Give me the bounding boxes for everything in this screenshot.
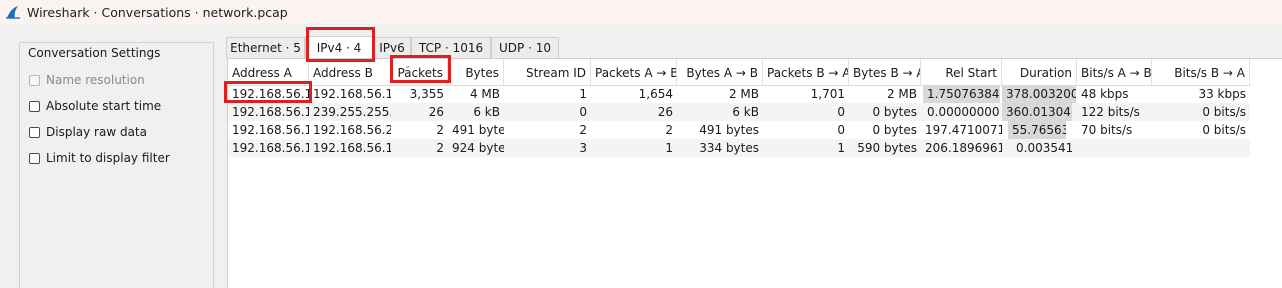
cell-duration: 360.013041 xyxy=(1002,103,1072,121)
cell-bytes: 924 bytes xyxy=(452,141,504,155)
cell-packets-b-a: 0 xyxy=(837,105,845,119)
cell-bytes: 4 MB xyxy=(469,87,500,101)
title-bar: Wireshark · Conversations · network.pcap xyxy=(0,0,1282,24)
cell-stream-id: 0 xyxy=(579,105,587,119)
display-raw-data-label[interactable]: Display raw data xyxy=(46,125,147,139)
cell-address-a: 192.168.56.103 xyxy=(232,141,309,155)
limit-to-display-filter-option[interactable]: Limit to display filter xyxy=(29,151,170,165)
cell-address-b: 192.168.56.103 xyxy=(313,87,391,101)
column-header-duration[interactable]: Duration xyxy=(1002,59,1077,85)
cell-address-b: 239.255.255.250 xyxy=(313,105,391,119)
cell-packets-b-a: 0 xyxy=(837,123,845,137)
cell-rel-start: 1.750763848 xyxy=(923,85,1000,103)
column-header-rel-start[interactable]: Rel Start xyxy=(921,59,1002,85)
cell-packets-b-a: 1 xyxy=(837,141,845,155)
cell-bytes-b-a: 0 bytes xyxy=(872,105,917,119)
cell-packets: 3,355 xyxy=(409,87,444,101)
cell-stream-id: 3 xyxy=(579,141,587,155)
window-title: Wireshark · Conversations · network.pcap xyxy=(27,4,288,20)
cell-bytes-a-b: 491 bytes xyxy=(699,123,759,137)
cell-packets: 2 xyxy=(436,141,444,155)
cell-bits-b-a xyxy=(1152,139,1250,157)
cell-duration: 55.765637 xyxy=(1008,121,1066,139)
column-header-address-b[interactable]: Address B xyxy=(309,59,391,85)
cell-packets: 26 xyxy=(428,105,444,119)
cell-duration: 378.003200 xyxy=(1002,85,1076,103)
cell-bytes-a-b: 6 kB xyxy=(732,105,759,119)
settings-title: Conversation Settings xyxy=(28,46,161,60)
sort-descending-icon: ⌄ xyxy=(404,61,412,71)
column-header-packets-a-b[interactable]: Packets A → B xyxy=(591,59,677,85)
absolute-start-time-label[interactable]: Absolute start time xyxy=(46,99,161,113)
column-header-bytes-b-a[interactable]: Bytes B → A xyxy=(849,59,921,85)
table-row[interactable]: 192.168.56.103 192.168.56.100 2 924 byte… xyxy=(228,139,1250,157)
cell-address-a: 192.168.56.104 xyxy=(232,87,309,101)
cell-bytes: 491 bytes xyxy=(452,123,504,137)
cell-bytes-b-a: 2 MB xyxy=(886,87,917,101)
table-row[interactable]: 192.168.56.104 192.168.56.103 3,355 4 MB… xyxy=(228,85,1250,103)
column-header-bytes[interactable]: Bytes xyxy=(448,59,504,85)
column-header-packets-b-a[interactable]: Packets B → A xyxy=(763,59,849,85)
cell-rel-start: 0.000000000 xyxy=(927,105,1000,119)
absolute-start-time-option[interactable]: Absolute start time xyxy=(29,99,161,113)
conversations-table[interactable]: Address A Address B ⌄ Packets Bytes Stre… xyxy=(227,58,1282,288)
tab-ethernet[interactable]: Ethernet · 5 xyxy=(226,37,305,58)
cell-rel-start: 197.471007162 xyxy=(925,123,1002,137)
cell-bits-b-a: 0 bits/s xyxy=(1202,105,1246,119)
cell-duration: 0.003541 xyxy=(1016,141,1072,155)
cell-packets-a-b: 2 xyxy=(665,123,673,137)
name-resolution-label: Name resolution xyxy=(46,73,145,87)
table-header: Address A Address B ⌄ Packets Bytes Stre… xyxy=(228,59,1250,86)
cell-bytes-b-a: 0 bytes xyxy=(872,123,917,137)
cell-bits-a-b: 48 kbps xyxy=(1081,87,1129,101)
cell-packets-b-a: 1,701 xyxy=(810,87,845,101)
table-row[interactable]: 192.168.56.1 239.255.255.250 26 6 kB 0 2… xyxy=(228,103,1250,121)
tab-udp[interactable]: UDP · 10 xyxy=(491,37,559,58)
cell-bytes: 6 kB xyxy=(473,105,500,119)
tab-ipv6[interactable]: IPv6 xyxy=(373,37,411,58)
column-header-bits-a-b[interactable]: Bits/s A → B xyxy=(1077,59,1152,85)
cell-stream-id: 2 xyxy=(579,123,587,137)
cell-stream-id: 1 xyxy=(579,87,587,101)
cell-address-b: 192.168.56.255 xyxy=(313,123,391,137)
cell-bits-a-b: 70 bits/s xyxy=(1081,123,1133,137)
column-header-bits-b-a[interactable]: Bits/s B → A xyxy=(1152,59,1250,85)
cell-address-a: 192.168.56.1 xyxy=(232,123,309,137)
wireshark-fin-icon xyxy=(6,6,20,19)
cell-address-a: 192.168.56.1 xyxy=(232,105,309,119)
limit-to-display-filter-label[interactable]: Limit to display filter xyxy=(46,151,170,165)
column-header-stream-id[interactable]: Stream ID xyxy=(504,59,591,85)
cell-packets-a-b: 1 xyxy=(665,141,673,155)
absolute-start-time-checkbox[interactable] xyxy=(29,100,40,112)
cell-bits-b-a: 33 kbps xyxy=(1198,87,1246,101)
cell-packets-a-b: 1,654 xyxy=(638,87,673,101)
cell-bytes-a-b: 334 bytes xyxy=(699,141,759,155)
cell-bits-a-b: 122 bits/s xyxy=(1081,105,1140,119)
name-resolution-option: Name resolution xyxy=(29,73,145,87)
column-header-bytes-a-b[interactable]: Bytes A → B xyxy=(677,59,763,85)
table-row[interactable]: 192.168.56.1 192.168.56.255 2 491 bytes … xyxy=(228,121,1250,139)
display-raw-data-option[interactable]: Display raw data xyxy=(29,125,147,139)
cell-address-b: 192.168.56.100 xyxy=(313,141,391,155)
limit-to-display-filter-checkbox[interactable] xyxy=(29,152,40,164)
cell-packets-a-b: 26 xyxy=(657,105,673,119)
name-resolution-checkbox xyxy=(29,74,40,86)
cell-packets: 2 xyxy=(436,123,444,137)
cell-bits-a-b xyxy=(1077,139,1152,157)
cell-bytes-a-b: 2 MB xyxy=(728,87,759,101)
cell-bits-b-a: 0 bits/s xyxy=(1202,123,1246,137)
cell-rel-start: 206.189696176 xyxy=(925,141,1002,155)
cell-bytes-b-a: 590 bytes xyxy=(857,141,917,155)
display-raw-data-checkbox[interactable] xyxy=(29,126,40,138)
column-header-packets[interactable]: ⌄ Packets xyxy=(391,59,448,85)
tab-ipv4[interactable]: IPv4 · 4 xyxy=(305,36,373,58)
column-header-address-a[interactable]: Address A xyxy=(228,59,309,85)
conversation-settings-panel: Conversation Settings Name resolution Ab… xyxy=(19,42,214,288)
tab-tcp[interactable]: TCP · 1016 xyxy=(411,37,491,58)
